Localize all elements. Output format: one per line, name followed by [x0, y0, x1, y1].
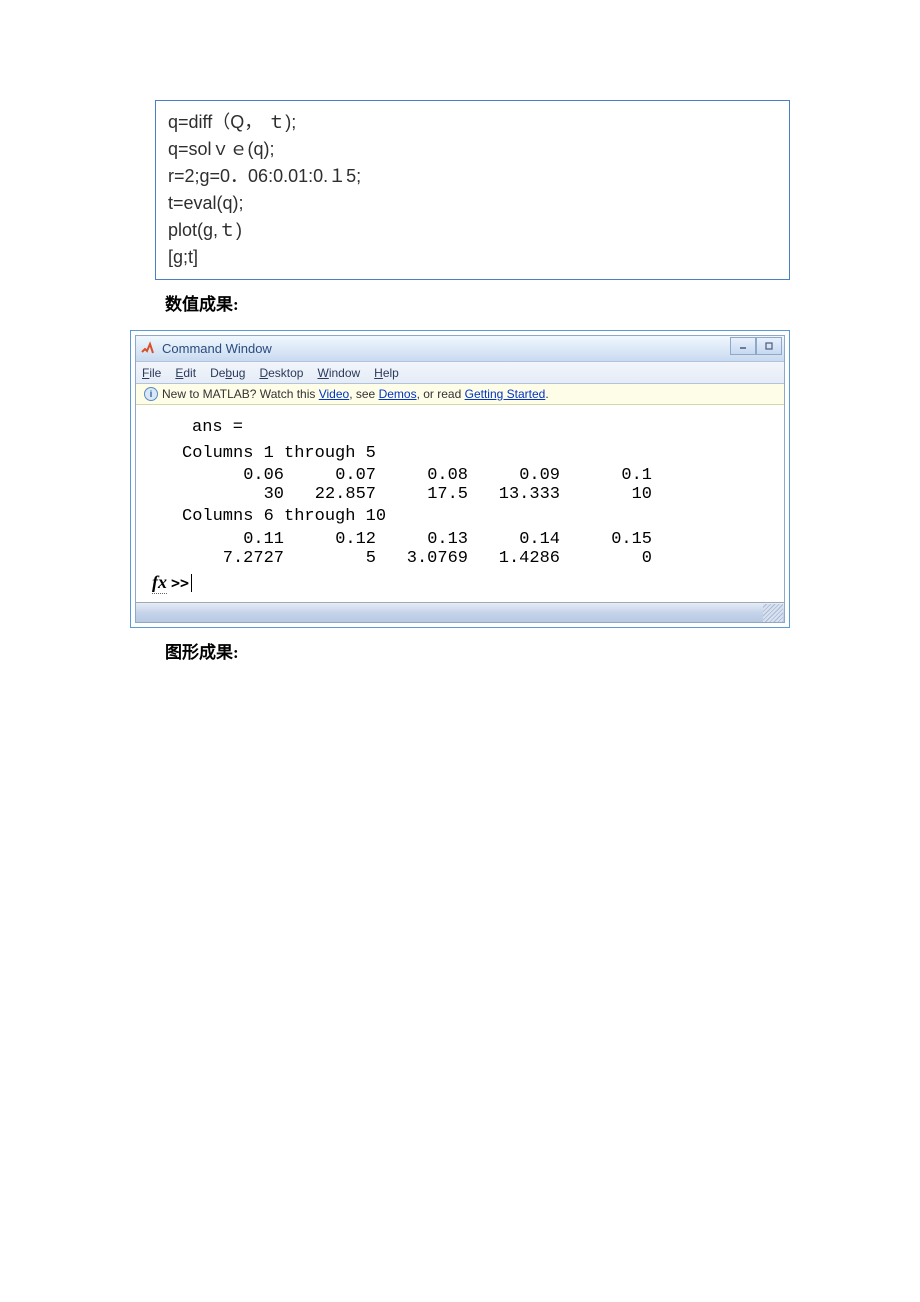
code-line: q=diff（Q， ｔ); [168, 109, 777, 136]
prompt-line[interactable]: fx >> [152, 572, 768, 594]
data-row: 0.06 0.07 0.08 0.09 0.1 [152, 466, 768, 485]
label-graphic-result: 图形成果: [165, 638, 920, 663]
matlab-icon [140, 341, 156, 357]
window-controls [730, 337, 782, 355]
matlab-container: Command Window File Edit Debug Desktop W… [130, 330, 790, 628]
label-numeric-result: 数值成果: [165, 290, 920, 315]
link-demos[interactable]: Demos [379, 387, 417, 401]
output-area[interactable]: ans = Columns 1 through 5 0.06 0.07 0.08… [136, 405, 784, 602]
link-getting-started[interactable]: Getting Started [465, 387, 546, 401]
menu-edit[interactable]: Edit [175, 366, 196, 380]
prompt-chevrons: >> [171, 574, 189, 592]
statusbar [136, 602, 784, 622]
titlebar-text: Command Window [162, 341, 272, 356]
code-line: [g;t] [168, 244, 777, 271]
columns-label: Columns 6 through 10 [152, 504, 768, 530]
columns-label: Columns 1 through 5 [152, 441, 768, 467]
minimize-button[interactable] [730, 337, 756, 355]
infobar: i New to MATLAB? Watch this Video, see D… [136, 384, 784, 405]
maximize-button[interactable] [756, 337, 782, 355]
titlebar: Command Window [136, 336, 784, 362]
menu-desktop[interactable]: Desktop [259, 366, 303, 380]
data-row: 7.2727 5 3.0769 1.4286 0 [152, 549, 768, 568]
data-row: 0.11 0.12 0.13 0.14 0.15 [152, 530, 768, 549]
data-row: 30 22.857 17.5 13.333 10 [152, 485, 768, 504]
menu-file[interactable]: File [142, 366, 161, 380]
menu-window[interactable]: Window [317, 366, 360, 380]
resize-grip[interactable] [763, 604, 783, 622]
menu-help[interactable]: Help [374, 366, 399, 380]
code-line: r=2;g=0．06:0.01:0.１5; [168, 163, 777, 190]
fx-prompt: fx [152, 572, 167, 594]
code-line: plot(g,ｔ) [168, 217, 777, 244]
code-block: q=diff（Q， ｔ); q=solｖｅ(q); r=2;g=0．06:0.0… [155, 100, 790, 280]
link-video[interactable]: Video [319, 387, 349, 401]
menu-debug[interactable]: Debug [210, 366, 245, 380]
code-line: t=eval(q); [168, 190, 777, 217]
code-line: q=solｖｅ(q); [168, 136, 777, 163]
info-icon: i [144, 387, 158, 401]
menubar: File Edit Debug Desktop Window Help [136, 362, 784, 384]
ans-label: ans = [152, 415, 768, 441]
command-window: Command Window File Edit Debug Desktop W… [135, 335, 785, 623]
infobar-text: New to MATLAB? Watch this Video, see Dem… [162, 387, 549, 401]
text-cursor [191, 574, 192, 592]
